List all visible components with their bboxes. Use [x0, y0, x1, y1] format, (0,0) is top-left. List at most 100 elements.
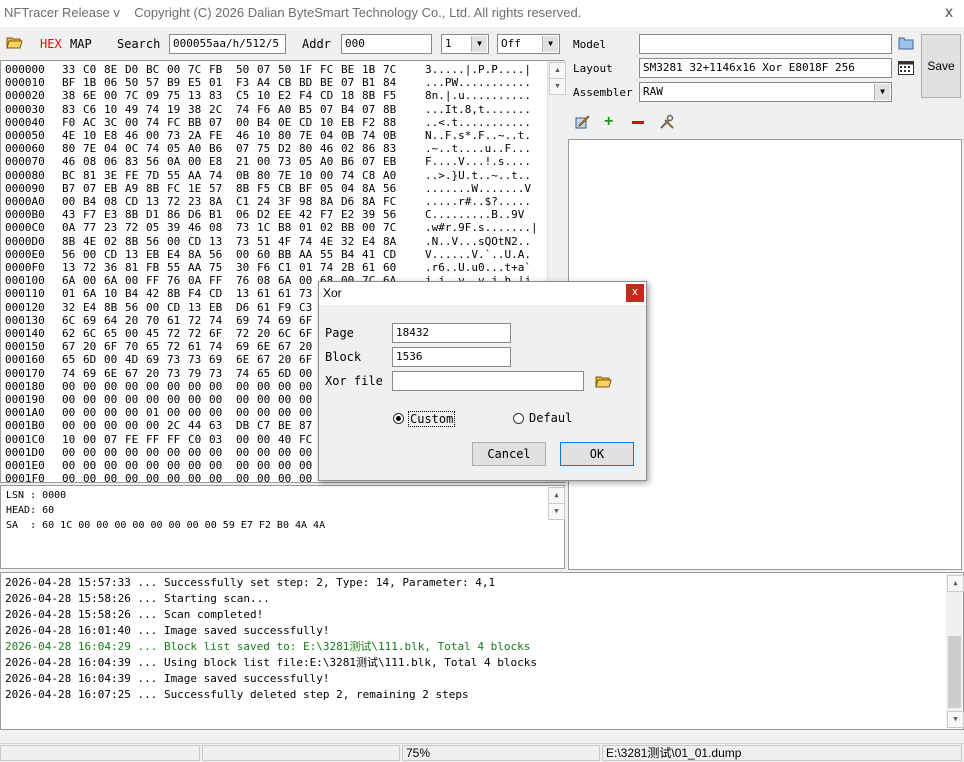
hex-byte[interactable]: 00 [299, 459, 312, 472]
scroll-thumb[interactable] [948, 636, 961, 708]
hex-byte[interactable]: 10 [299, 169, 312, 182]
hex-byte[interactable]: 02 [104, 235, 117, 248]
hex-byte[interactable]: E3 [104, 208, 117, 221]
hex-byte[interactable]: 13 [236, 287, 249, 300]
hex-byte[interactable]: 83 [383, 142, 396, 155]
hex-row[interactable]: 000060 80 7E 04 0C 74 05 A0 B6 07 75 D2 80 46 02 86 83 .~… [5, 142, 545, 155]
hex-row[interactable]: 000050 4E 10 E8 46 00 73 2A FE 46 10 80 7E 04 0B 74 0B N.… [5, 129, 545, 142]
hex-byte[interactable]: FF [146, 274, 159, 287]
hex-byte[interactable]: 7C [188, 63, 201, 76]
assembler-select[interactable]: RAW ▼ [639, 82, 892, 102]
hex-byte[interactable]: 00 [62, 446, 75, 459]
hex-byte[interactable]: 55 [167, 169, 180, 182]
hex-byte[interactable]: 00 [236, 446, 249, 459]
hex-byte[interactable]: 10 [83, 129, 96, 142]
hex-byte[interactable]: 00 [104, 459, 117, 472]
hex-row[interactable]: 0000A0 00 B4 08 CD 13 72 23 8A C1 24 3F 98 8A D6 8A FC..… [5, 195, 545, 208]
hex-byte[interactable]: FB [146, 261, 159, 274]
hex-row[interactable]: 000030 83 C6 10 49 74 19 38 2C 74 F6 A0 B5 07 B4 07 8B..… [5, 103, 545, 116]
hex-byte[interactable]: 00 [362, 221, 375, 234]
hex-byte[interactable]: 01 [299, 221, 312, 234]
hex-byte[interactable]: EB [341, 116, 354, 129]
hex-byte[interactable]: 98 [299, 195, 312, 208]
hex-byte[interactable]: D6 [188, 208, 201, 221]
hex-byte[interactable]: 86 [167, 208, 180, 221]
block-input[interactable]: 1536 [392, 347, 511, 367]
open-folder-icon[interactable] [595, 374, 612, 388]
hex-byte[interactable]: 00 [236, 433, 249, 446]
hex-byte[interactable]: FC [167, 182, 180, 195]
hex-byte[interactable]: 13 [125, 248, 138, 261]
hex-byte[interactable]: 00 [278, 393, 291, 406]
hex-byte[interactable]: 10 [257, 89, 270, 102]
hex-byte[interactable]: 20 [125, 314, 138, 327]
hex-byte[interactable]: F9 [278, 301, 291, 314]
hex-byte[interactable]: 61 [188, 340, 201, 353]
hex-byte[interactable]: 02 [341, 142, 354, 155]
hex-byte[interactable]: 08 [257, 274, 270, 287]
hex-byte[interactable]: 65 [146, 340, 159, 353]
tools-icon[interactable] [659, 114, 675, 130]
hex-byte[interactable]: 49 [125, 103, 138, 116]
hex-byte[interactable]: CD [383, 248, 396, 261]
hex-byte[interactable]: 73 [236, 221, 249, 234]
hex-byte[interactable]: 10 [104, 103, 117, 116]
hex-byte[interactable]: 00 [236, 116, 249, 129]
hex-byte[interactable]: BF [299, 182, 312, 195]
hex-byte[interactable]: 0C [125, 142, 138, 155]
hex-byte[interactable]: 00 [320, 169, 333, 182]
hex-byte[interactable]: 46 [236, 129, 249, 142]
hex-byte[interactable]: 00 [167, 472, 180, 482]
hex-byte[interactable]: 00 [62, 380, 75, 393]
hex-byte[interactable]: 65 [257, 367, 270, 380]
hex-byte[interactable]: 69 [146, 353, 159, 366]
hex-byte[interactable]: 8B [167, 287, 180, 300]
hex-byte[interactable]: B5 [299, 103, 312, 116]
hex-byte[interactable]: 09 [146, 89, 159, 102]
hex-byte[interactable]: BD [299, 76, 312, 89]
hex-byte[interactable]: 84 [383, 76, 396, 89]
mode-select[interactable]: Off ▼ [497, 34, 560, 54]
hex-byte[interactable]: BB [188, 116, 201, 129]
hex-byte[interactable]: 8A [362, 182, 375, 195]
hex-byte[interactable]: 36 [104, 261, 117, 274]
hex-byte[interactable]: 6F [209, 327, 222, 340]
hex-byte[interactable]: 00 [125, 406, 138, 419]
hex-byte[interactable]: 07 [236, 142, 249, 155]
hex-byte[interactable]: 32 [62, 301, 75, 314]
hex-byte[interactable]: C8 [362, 169, 375, 182]
hex-byte[interactable]: 00 [62, 406, 75, 419]
hex-byte[interactable]: 0A [167, 155, 180, 168]
hex-byte[interactable]: FC [320, 63, 333, 76]
hex-byte[interactable]: 8B [362, 89, 375, 102]
add-icon[interactable]: + [604, 114, 613, 130]
remove-icon[interactable] [632, 121, 644, 124]
hex-byte[interactable]: 00 [167, 63, 180, 76]
hex-byte[interactable]: E4 [167, 248, 180, 261]
search-input[interactable]: 000055aa/h/512/5 [169, 34, 286, 54]
hex-byte[interactable]: 74 [209, 340, 222, 353]
hex-byte[interactable]: B9 [167, 76, 180, 89]
hex-byte[interactable]: C6 [83, 103, 96, 116]
hex-byte[interactable]: 56 [125, 301, 138, 314]
hex-byte[interactable]: D0 [125, 63, 138, 76]
hex-byte[interactable]: 0B [341, 129, 354, 142]
hex-byte[interactable]: 13 [188, 89, 201, 102]
hex-byte[interactable]: 00 [236, 406, 249, 419]
hex-byte[interactable]: 13 [188, 301, 201, 314]
hex-byte[interactable]: 00 [278, 406, 291, 419]
hex-byte[interactable]: 74 [257, 314, 270, 327]
dialog-close-button[interactable]: x [626, 284, 644, 302]
hex-byte[interactable]: 20 [146, 367, 159, 380]
hex-byte[interactable]: 6A [62, 274, 75, 287]
hex-byte[interactable]: A0 [278, 103, 291, 116]
hex-byte[interactable]: 7E [299, 129, 312, 142]
hex-byte[interactable]: 69 [83, 314, 96, 327]
hex-byte[interactable]: 13 [62, 261, 75, 274]
hex-byte[interactable]: 69 [83, 367, 96, 380]
hex-byte[interactable]: F6 [257, 103, 270, 116]
hex-byte[interactable]: 00 [188, 380, 201, 393]
hex-byte[interactable]: 07 [362, 103, 375, 116]
hex-byte[interactable]: 05 [146, 221, 159, 234]
hex-byte[interactable]: 00 [125, 446, 138, 459]
